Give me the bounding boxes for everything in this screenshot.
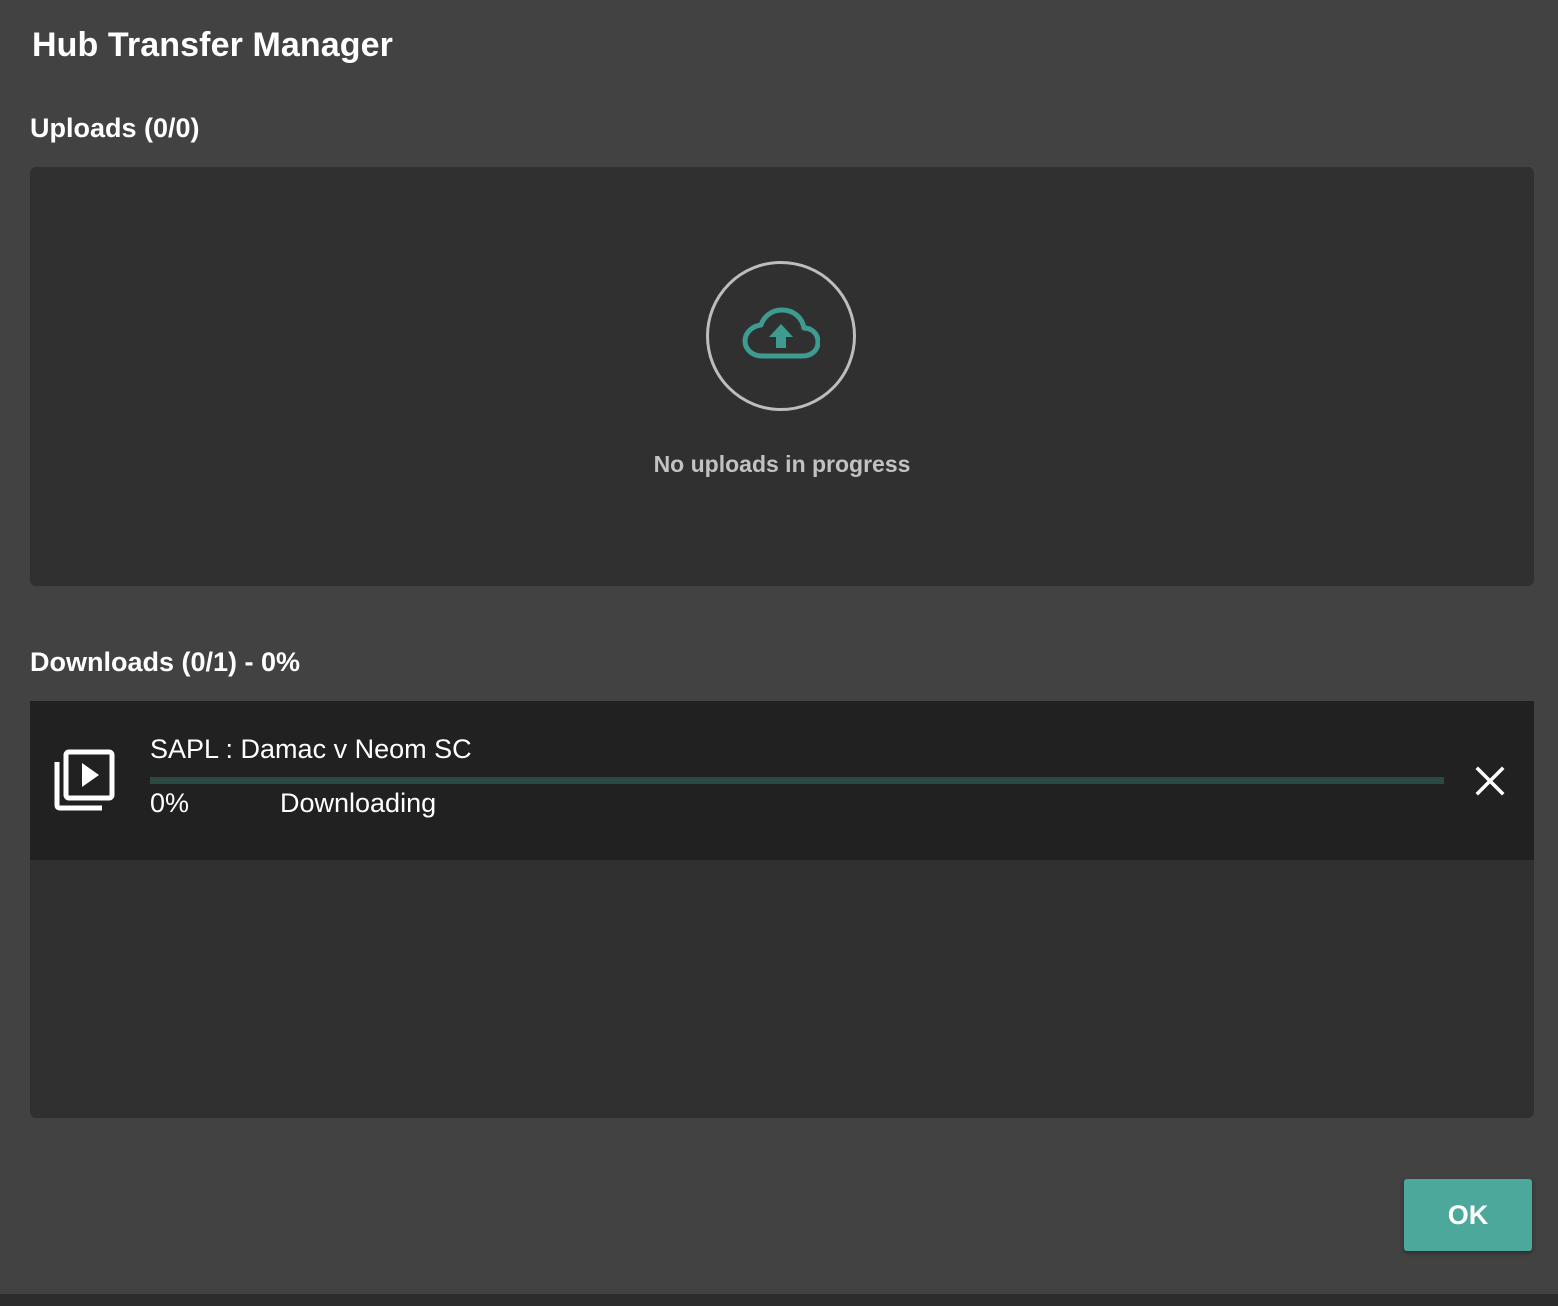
uploads-heading: Uploads (0/0) bbox=[30, 113, 200, 143]
download-item: SAPL : Damac v Neom SC 0% Downloading bbox=[30, 701, 1534, 860]
download-progress-bar bbox=[150, 777, 1444, 784]
download-percent: 0% bbox=[150, 788, 190, 818]
download-file-name: SAPL : Damac v Neom SC bbox=[150, 734, 472, 764]
downloads-heading: Downloads (0/1) - 0% bbox=[30, 647, 301, 677]
ok-button[interactable]: OK bbox=[1404, 1179, 1532, 1251]
cancel-download-button[interactable] bbox=[1468, 759, 1512, 803]
cloud-upload-icon bbox=[742, 307, 820, 359]
transfer-manager-dialog: Hub Transfer Manager Uploads (0/0) No up… bbox=[0, 0, 1558, 1294]
video-library-icon bbox=[54, 749, 116, 816]
download-status: Downloading bbox=[280, 788, 437, 818]
uploads-empty-message: No uploads in progress bbox=[653, 451, 911, 477]
dialog-title: Hub Transfer Manager bbox=[32, 26, 393, 64]
upload-status-circle bbox=[706, 261, 856, 411]
uploads-panel: No uploads in progress bbox=[30, 167, 1534, 586]
close-icon bbox=[1475, 766, 1505, 796]
background-strip bbox=[0, 1294, 1558, 1306]
downloads-panel: SAPL : Damac v Neom SC 0% Downloading bbox=[30, 701, 1534, 1118]
